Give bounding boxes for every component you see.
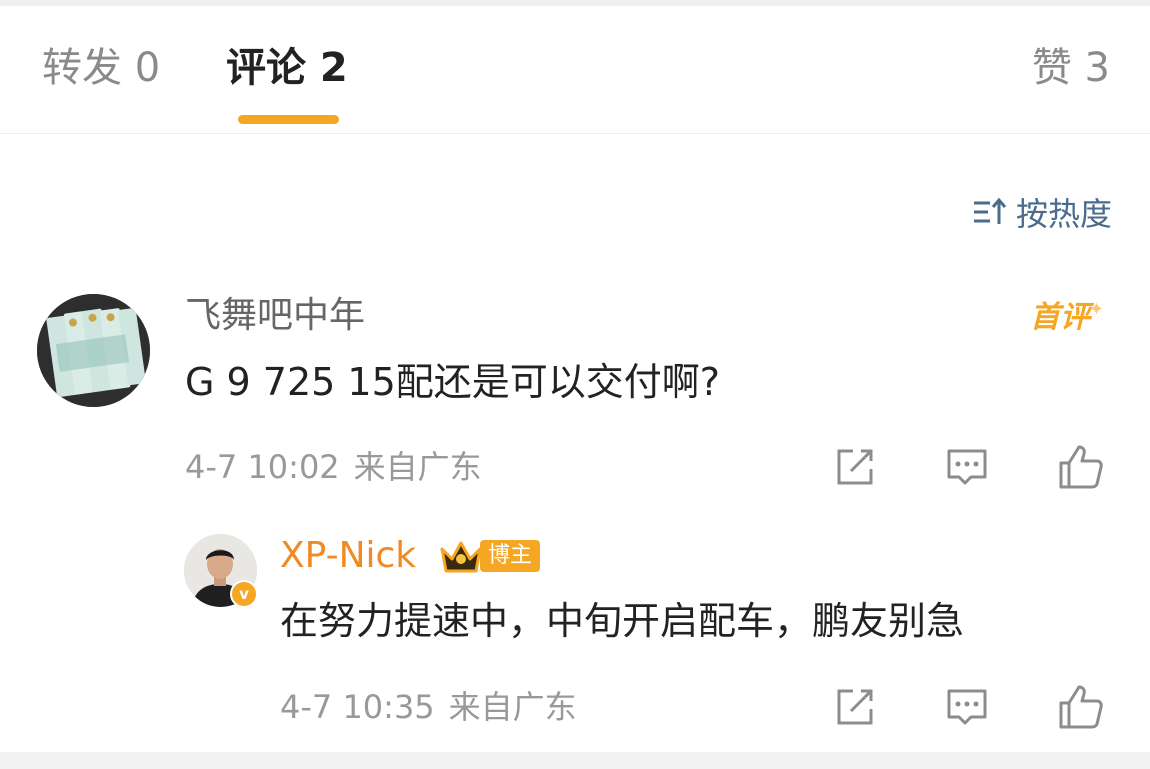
reply-username[interactable]: XP-Nick <box>280 534 416 578</box>
active-tab-indicator <box>238 115 339 124</box>
reply-location: 来自广东 <box>448 688 577 726</box>
like-icon <box>1059 445 1103 489</box>
crown-icon <box>440 541 482 573</box>
reply-like-button[interactable] <box>1057 683 1105 731</box>
bottom-divider <box>0 752 1150 769</box>
like-button[interactable] <box>1057 443 1105 491</box>
share-icon <box>837 449 873 485</box>
tab-bar: 转发 0 评论 2 赞 3 <box>0 6 1150 134</box>
banknotes-avatar-image <box>37 294 150 407</box>
comment-icon <box>947 689 987 725</box>
reply-comment-button[interactable] <box>945 685 989 729</box>
comments-page: 转发 0 评论 2 赞 3 按热度 飞舞吧中年 首评 ✦ G 9 725 15配… <box>0 0 1150 769</box>
reply-text: 在努力提速中，中旬开启配车，鹏友别急 <box>280 599 965 643</box>
share-icon <box>837 689 873 725</box>
sort-label: 按热度 <box>1015 195 1112 233</box>
sort-icon <box>973 197 1007 224</box>
share-button[interactable] <box>833 445 877 489</box>
comment-username[interactable]: 飞舞吧中年 <box>185 294 365 338</box>
comment-meta: 4-7 10:02 来自广东 <box>185 447 482 487</box>
comment-location: 来自广东 <box>353 448 482 486</box>
comment-icon <box>947 449 987 485</box>
first-comment-badge: 首评 ✦ <box>1030 298 1104 338</box>
comment-text: G 9 725 15配还是可以交付啊? <box>185 360 720 404</box>
tab-comments[interactable]: 评论 2 <box>226 44 348 92</box>
verified-badge: v <box>230 580 258 608</box>
like-icon <box>1059 685 1103 729</box>
tab-forward[interactable]: 转发 0 <box>42 44 160 92</box>
sparkle-icon: ✦ <box>1088 299 1104 320</box>
reply-time: 4-7 10:35 <box>280 688 435 726</box>
reply-button[interactable] <box>945 445 989 489</box>
tab-likes[interactable]: 赞 3 <box>1032 44 1110 92</box>
reply-share-button[interactable] <box>833 685 877 729</box>
avatar[interactable] <box>37 294 150 407</box>
first-comment-badge-label: 首评 <box>1030 300 1090 335</box>
sort-by-popularity-button[interactable]: 按热度 <box>972 190 1112 234</box>
blogger-badge: 博主 <box>480 540 541 572</box>
reply-meta: 4-7 10:35 来自广东 <box>280 687 577 727</box>
comment-time: 4-7 10:02 <box>185 448 340 486</box>
